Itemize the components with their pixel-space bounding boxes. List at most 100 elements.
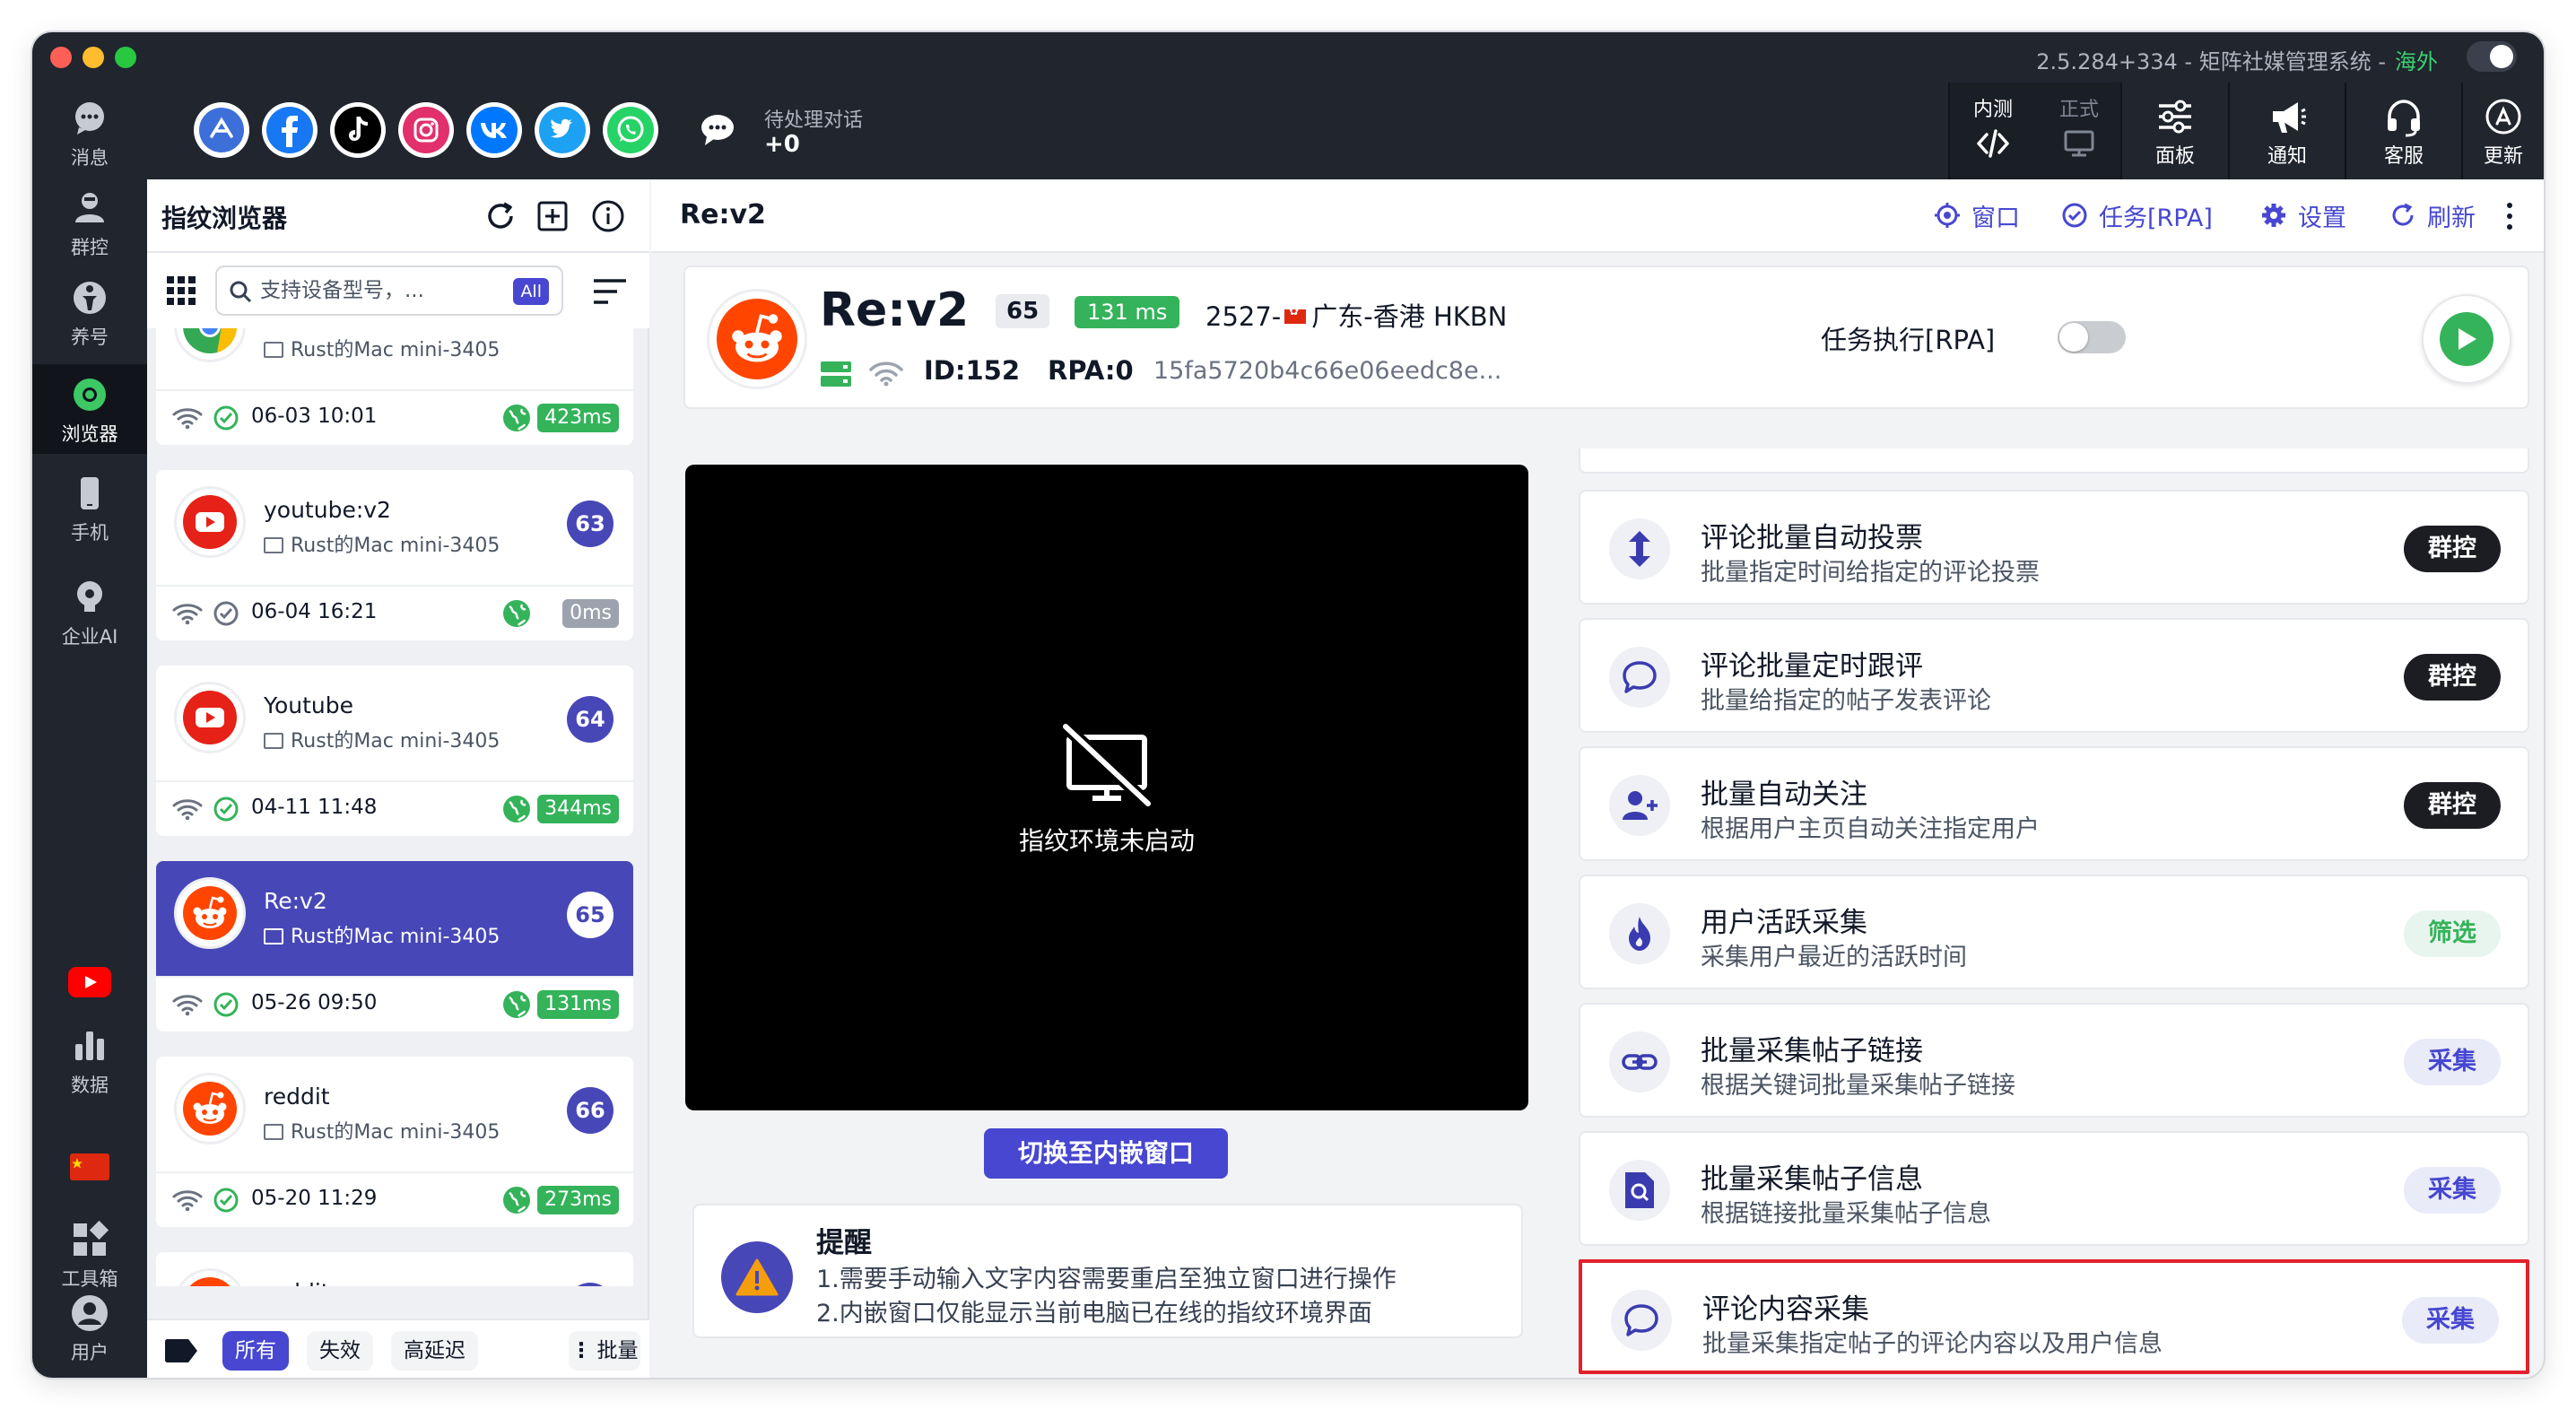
feature-card[interactable]: 评论内容采集 批量采集指定帖子的评论内容以及用户信息 采集 <box>1579 1259 2529 1374</box>
feature-action-button[interactable]: 群控 <box>2404 782 2501 829</box>
add-profile-icon[interactable] <box>535 198 570 234</box>
profile-card-header[interactable]: Youtube Rust的Mac mini-3405 64 <box>156 666 633 780</box>
profile-card[interactable]: youtube:v2 Rust的Mac mini-3405 63 06-04 1… <box>156 470 633 640</box>
filter-high-latency-chip[interactable]: 高延迟 <box>391 1331 478 1371</box>
search-input[interactable] <box>260 273 484 309</box>
phone-icon <box>81 477 99 509</box>
last-used-time: 06-04 16:21 <box>251 600 378 623</box>
batch-button[interactable]: ⋮ 批量 <box>569 1331 640 1371</box>
refresh-icon <box>2392 203 2414 226</box>
search-icon <box>230 281 252 303</box>
launch-button[interactable] <box>2422 294 2511 384</box>
feature-action-button[interactable]: 采集 <box>2404 1167 2501 1214</box>
feature-card[interactable]: 评论批量自动投票 批量指定时间给指定的评论投票 群控 <box>1579 490 2529 605</box>
notify-button[interactable]: 通知 <box>2228 83 2345 179</box>
rail-item-phone[interactable]: 手机 <box>32 463 147 553</box>
panel-label: 面板 <box>2154 145 2195 168</box>
pending-conversations[interactable]: 待处理对话 +0 <box>649 83 1277 179</box>
switch-embedded-button[interactable]: 切换至内嵌窗口 <box>984 1128 1228 1179</box>
rail-item-browser[interactable]: 浏览器 <box>32 364 147 454</box>
feature-description: 根据关键词批量采集帖子链接 <box>1701 1072 2015 1100</box>
feature-card[interactable]: 评论批量定时跟评 批量给指定的帖子发表评论 群控 <box>1579 618 2529 733</box>
profile-card[interactable]: Re:v2 Rust的Mac mini-3405 65 05-26 09:50 … <box>156 861 633 1031</box>
env-test-option[interactable]: 内测 <box>1950 83 2036 179</box>
tag-icon[interactable] <box>163 1338 199 1363</box>
environment-switch[interactable]: 内测 正式 <box>1948 83 2120 179</box>
rail-item-group-control[interactable]: 群控 <box>32 178 147 267</box>
social-instagram[interactable] <box>398 102 454 158</box>
pending-label: 待处理对话 <box>764 109 864 132</box>
play-icon <box>2440 312 2493 366</box>
panel-icon <box>2159 100 2191 134</box>
device-name: Rust的Mac mini-3405 <box>291 1121 500 1144</box>
social-facebook[interactable] <box>262 102 318 158</box>
window-action[interactable]: 窗口 <box>1934 197 2020 233</box>
profile-card-header[interactable]: Re:v2 Rust的Mac mini-3405 65 <box>156 861 633 976</box>
search-box[interactable]: All <box>215 265 563 316</box>
reddit-icon <box>717 299 797 379</box>
zoom-window-button[interactable] <box>115 47 136 68</box>
feature-action-button[interactable]: 采集 <box>2402 1297 2499 1344</box>
wifi-icon <box>172 995 203 1016</box>
feature-card[interactable]: 用户活跃采集 采集用户最近的活跃时间 筛选 <box>1579 875 2529 989</box>
rail-item-user[interactable]: 用户 <box>32 1283 147 1372</box>
profile-number-badge: 67 <box>567 1283 614 1286</box>
social-tiktok[interactable] <box>330 102 386 158</box>
viewer-status-text: 指纹环境未启动 <box>1018 826 1195 856</box>
feature-action-button[interactable]: 群控 <box>2404 654 2501 701</box>
feature-action-button[interactable]: 筛选 <box>2404 910 2501 957</box>
profile-card[interactable]: reddit Rust的Mac mini-3405 67 -- 0ms <box>156 1252 633 1286</box>
filter-invalid-chip[interactable]: 失效 <box>307 1331 373 1371</box>
rail-label: 浏览器 <box>61 423 118 445</box>
reminder-box: 提醒 1.需要手动输入文字内容需要重启至独立窗口进行操作 2.内嵌窗口仅能显示当… <box>692 1204 1523 1338</box>
rail-item-enterprise-ai[interactable]: 企业AI <box>32 567 147 657</box>
minimize-window-button[interactable] <box>83 47 104 68</box>
feature-card[interactable]: 批量采集帖子信息 根据链接批量采集帖子信息 采集 <box>1579 1131 2529 1246</box>
all-filter-tag[interactable]: All <box>513 278 549 305</box>
profile-card-header[interactable]: reddit Rust的Mac mini-3405 66 <box>156 1057 633 1171</box>
info-icon[interactable] <box>590 198 626 234</box>
close-window-button[interactable] <box>50 47 72 68</box>
screen-off-icon <box>1061 721 1153 807</box>
rail-item-messages[interactable]: 消息 <box>32 88 147 178</box>
panel-button[interactable]: 面板 <box>2120 83 2228 179</box>
feature-card[interactable]: 批量采集帖子链接 根据关键词批量采集帖子链接 采集 <box>1579 1003 2529 1118</box>
update-button[interactable]: 更新 <box>2461 83 2544 179</box>
region-toggle[interactable] <box>2467 41 2517 72</box>
grid-view-icon[interactable] <box>165 274 197 307</box>
globe-icon <box>503 600 530 627</box>
more-options-icon[interactable] <box>2504 201 2515 231</box>
refresh-icon[interactable] <box>483 198 518 234</box>
warning-icon <box>721 1241 793 1313</box>
support-button[interactable]: 客服 <box>2345 83 2461 179</box>
flame-icon <box>1609 903 1670 964</box>
feature-card[interactable]: 批量自动关注 根据用户主页自动关注指定用户 群控 <box>1579 746 2529 861</box>
youtube-shortcut-icon[interactable] <box>68 967 111 997</box>
task-execution-toggle[interactable] <box>2058 321 2126 353</box>
env-prod-option[interactable]: 正式 <box>2036 83 2122 179</box>
feature-action-button[interactable]: 采集 <box>2404 1039 2501 1085</box>
rail-item-data[interactable]: 数据 <box>32 1015 147 1105</box>
social-app-store[interactable] <box>194 102 249 158</box>
profile-card[interactable]: reddit Rust的Mac mini-3405 66 05-20 11:29… <box>156 1057 633 1227</box>
profile-card[interactable]: Youtube Rust的Mac mini-3405 64 04-11 11:4… <box>156 666 633 836</box>
settings-action[interactable]: 设置 <box>2260 197 2346 233</box>
profile-card-header[interactable]: reddit Rust的Mac mini-3405 67 <box>156 1252 633 1286</box>
profile-card-header[interactable]: youtube:v2 Rust的Mac mini-3405 63 <box>156 470 633 585</box>
social-vk[interactable] <box>466 102 522 158</box>
rail-item-nurture[interactable]: 养号 <box>32 267 147 357</box>
laptop-icon <box>264 537 283 553</box>
profile-card[interactable]: Rust的Mac mini-3405 06-03 10:01 423ms <box>156 328 633 445</box>
filter-all-chip[interactable]: 所有 <box>222 1331 289 1371</box>
task-rpa-action[interactable]: 任务[RPA] <box>2061 197 2213 233</box>
youtube-icon <box>174 486 246 558</box>
profile-card-header[interactable]: Rust的Mac mini-3405 <box>156 328 633 389</box>
feature-title: 评论批量自动投票 <box>1701 522 1923 554</box>
refresh-action[interactable]: 刷新 <box>2389 197 2476 233</box>
social-twitter[interactable] <box>535 102 590 158</box>
feature-title: 评论内容采集 <box>1702 1293 1869 1326</box>
china-flag-icon[interactable] <box>70 1153 109 1180</box>
sort-icon[interactable] <box>592 276 628 307</box>
panel-title: 指纹浏览器 <box>161 204 288 233</box>
feature-action-button[interactable]: 群控 <box>2404 526 2501 572</box>
